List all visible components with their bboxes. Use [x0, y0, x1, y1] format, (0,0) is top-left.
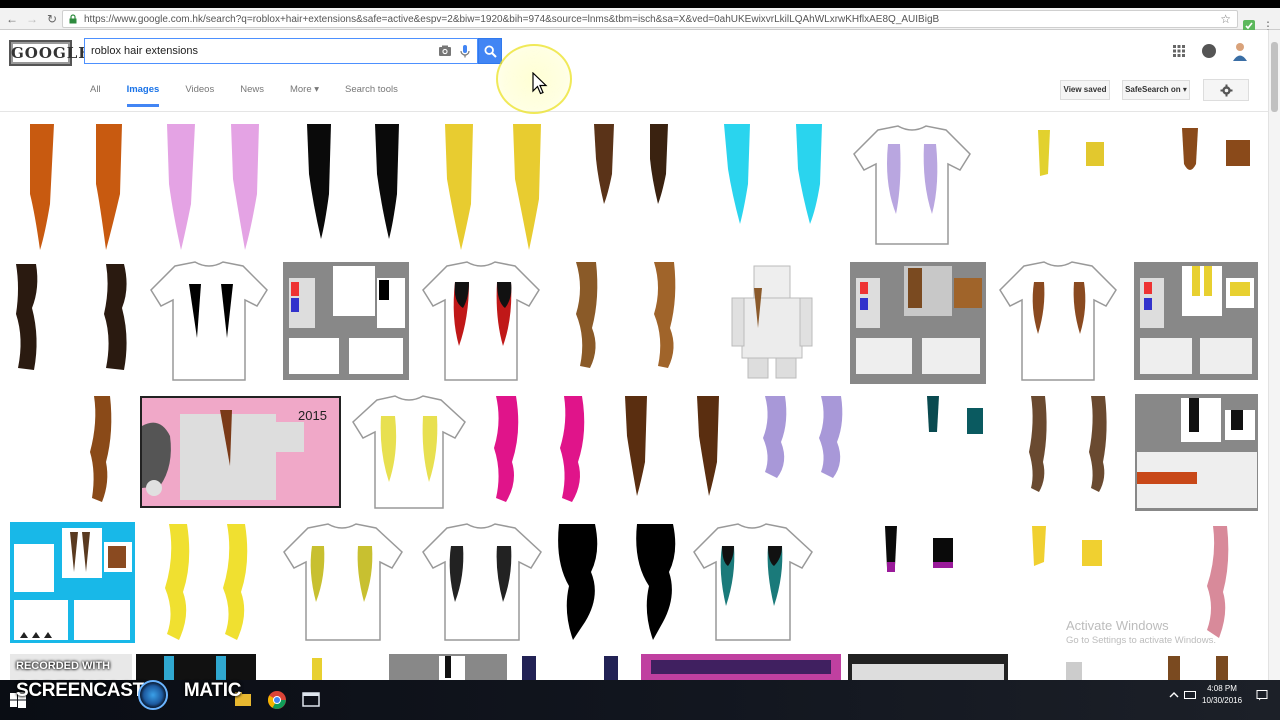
gear-icon	[1220, 84, 1232, 96]
image-result[interactable]	[609, 392, 733, 513]
page-scrollbar[interactable]	[1268, 30, 1280, 680]
notifications-center-icon[interactable]	[1256, 689, 1268, 701]
screencast-matic-text: MATIC	[183, 680, 242, 701]
url-text: https://www.google.com.hk/search?q=roblo…	[84, 13, 940, 25]
image-result[interactable]	[994, 258, 1127, 384]
image-result[interactable]	[873, 392, 995, 513]
activate-windows-subtitle: Go to Settings to activate Windows.	[1066, 635, 1216, 646]
image-result[interactable]	[478, 392, 601, 513]
svg-text:2015: 2015	[298, 408, 327, 423]
image-result[interactable]	[1126, 124, 1258, 250]
image-result[interactable]	[262, 654, 382, 680]
image-result[interactable]	[556, 258, 694, 384]
taskbar-clock[interactable]: 4:08 PM 10/30/2016	[1202, 683, 1242, 707]
image-result[interactable]	[848, 124, 976, 250]
notifications-icon[interactable]	[1202, 44, 1216, 58]
google-logo[interactable]: GOOGLE	[9, 40, 90, 66]
image-result[interactable]	[10, 258, 137, 384]
image-result[interactable]	[285, 124, 417, 250]
image-result[interactable]	[425, 124, 557, 250]
tab-videos[interactable]: Videos	[185, 84, 214, 107]
image-result[interactable]	[1140, 654, 1258, 680]
search-tabs: All Images Videos News More ▾ Search too…	[90, 84, 424, 107]
activate-windows-title: Activate Windows	[1066, 618, 1169, 633]
activate-windows-watermark: Activate Windows Go to Settings to activ…	[1066, 618, 1216, 646]
image-result[interactable]	[278, 522, 409, 643]
back-arrow-icon[interactable]: ←	[4, 11, 20, 27]
reload-icon[interactable]: ↻	[44, 11, 60, 27]
image-result[interactable]	[706, 124, 840, 250]
image-result[interactable]	[417, 522, 547, 643]
tab-images[interactable]: Images	[126, 84, 160, 107]
browser-toolbar: ← → ↻ https://www.google.com.hk/search?q…	[0, 8, 1280, 33]
recorded-with-label: RECORDED WITH	[16, 660, 111, 672]
search-button[interactable]	[478, 38, 502, 64]
google-header: GOOGLE roblox hair extensions All Images…	[0, 30, 1280, 112]
keyboard-icon[interactable]	[1184, 689, 1196, 701]
tab-all[interactable]: All	[90, 84, 101, 107]
tab-news[interactable]: News	[240, 84, 264, 107]
apps-grid-icon[interactable]	[1172, 44, 1186, 58]
address-bar[interactable]: https://www.google.com.hk/search?q=roblo…	[62, 10, 1238, 28]
clock-time: 4:08 PM	[1207, 684, 1237, 693]
mouse-pointer-icon	[532, 72, 548, 95]
safesearch-button[interactable]: SafeSearch on ▾	[1122, 80, 1190, 100]
search-input[interactable]: roblox hair extensions	[84, 38, 478, 64]
image-result[interactable]	[1135, 392, 1258, 513]
image-result[interactable]	[10, 124, 139, 250]
image-result[interactable]	[147, 124, 275, 250]
search-query-text: roblox hair extensions	[91, 45, 199, 57]
image-result[interactable]	[1003, 392, 1127, 513]
tab-search-tools[interactable]: Search tools	[345, 84, 398, 107]
image-result[interactable]	[688, 522, 819, 643]
app-window-icon[interactable]	[300, 689, 322, 711]
view-saved-button[interactable]: View saved	[1060, 80, 1110, 100]
top-black-strip	[0, 0, 1280, 8]
scrollbar-thumb[interactable]	[1271, 42, 1278, 112]
camera-icon[interactable]	[437, 43, 453, 59]
screencast-o-icon	[138, 680, 168, 710]
image-result[interactable]	[417, 258, 548, 384]
image-result[interactable]	[145, 258, 275, 384]
microphone-icon[interactable]	[457, 43, 473, 59]
image-result[interactable]	[827, 522, 966, 643]
image-result[interactable]	[136, 654, 256, 680]
image-result[interactable]	[984, 124, 1118, 250]
image-result[interactable]	[850, 258, 986, 384]
image-result[interactable]	[514, 654, 634, 680]
image-result[interactable]: 2015	[140, 396, 341, 508]
image-result[interactable]	[564, 124, 698, 250]
image-result[interactable]	[143, 522, 270, 643]
avatar[interactable]	[1230, 40, 1250, 62]
screencast-label: SCREENCAST MATIC	[16, 680, 241, 702]
image-result[interactable]	[283, 258, 409, 384]
image-result[interactable]	[389, 654, 507, 680]
screencast-text: SCREENCAST	[16, 680, 144, 701]
lock-icon	[69, 14, 77, 24]
chrome-icon[interactable]	[266, 689, 288, 711]
image-results-grid: 2015	[0, 112, 1268, 680]
forward-arrow-icon[interactable]: →	[24, 11, 40, 27]
image-result[interactable]	[10, 522, 135, 643]
tab-more[interactable]: More ▾	[290, 84, 319, 107]
image-result[interactable]	[741, 392, 865, 513]
image-result[interactable]	[641, 654, 841, 680]
image-result[interactable]	[10, 392, 132, 513]
image-result[interactable]	[848, 654, 1008, 680]
image-result[interactable]	[555, 522, 680, 643]
search-icon	[483, 44, 497, 58]
image-result[interactable]	[349, 392, 470, 513]
image-result[interactable]	[702, 258, 843, 384]
clock-date: 10/30/2016	[1202, 696, 1243, 705]
show-hidden-icons-icon[interactable]	[1168, 689, 1180, 701]
bookmark-star-icon[interactable]: ☆	[1220, 12, 1231, 26]
image-result[interactable]	[1016, 654, 1134, 680]
settings-button[interactable]	[1203, 79, 1249, 101]
image-result[interactable]	[1134, 258, 1258, 384]
